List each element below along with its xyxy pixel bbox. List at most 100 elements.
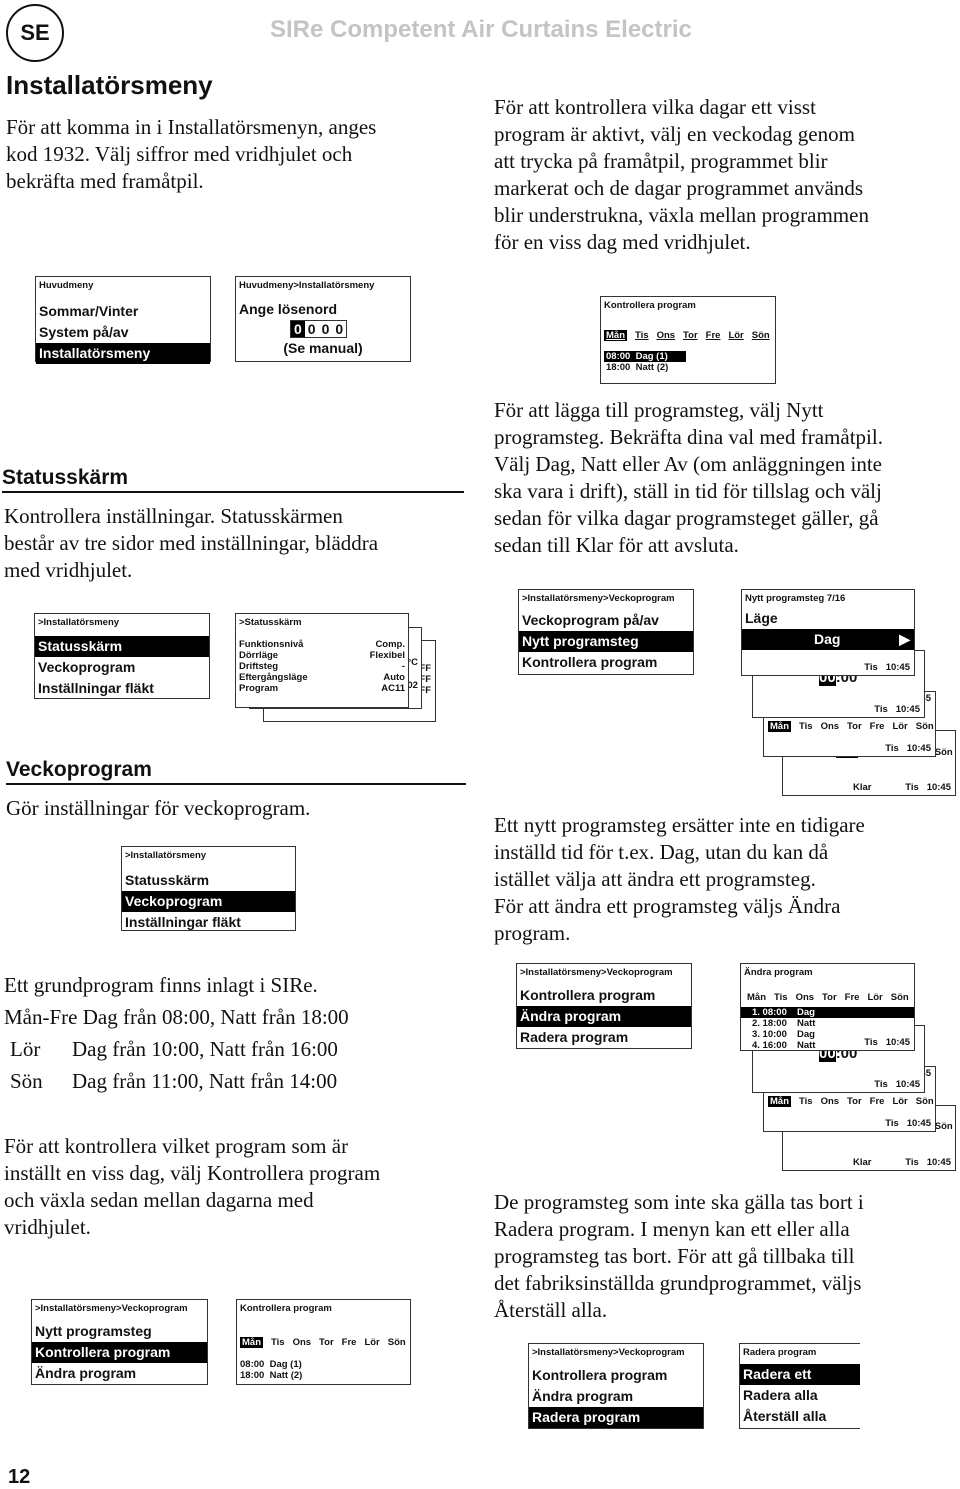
program-entry[interactable]: 18:00 Natt (2) [606, 362, 775, 373]
done-button[interactable]: Klar [853, 782, 871, 793]
mode-value: Dag [814, 631, 841, 647]
day-sat[interactable]: Lör [892, 721, 907, 732]
password-digit[interactable]: 0 [319, 321, 333, 337]
menu-item-weekly-on-off[interactable]: Veckoprogram på/av [519, 610, 693, 631]
menu-item-delete-one[interactable]: Radera ett [740, 1364, 860, 1385]
lcd-main-menu: Huvudmeny Sommar/Vinter System på/av Ins… [35, 276, 211, 364]
menu-item-check-program[interactable]: Kontrollera program [519, 652, 693, 673]
mode-selector[interactable]: Dag ▶ [742, 629, 914, 650]
day-sun[interactable]: Sön [935, 1121, 953, 1132]
day-sun[interactable]: Sön [752, 330, 770, 341]
day-sat[interactable]: Lör [364, 1337, 379, 1348]
menu-item-edit-program[interactable]: Ändra program [529, 1386, 703, 1407]
day-thu[interactable]: Tor [847, 1096, 862, 1107]
forward-arrow-icon[interactable]: ▶ [899, 629, 910, 650]
menu-item-fan-settings[interactable]: Inställningar fläkt [122, 912, 295, 933]
menu-item-system-on-off[interactable]: System på/av [36, 322, 210, 343]
day-fri[interactable]: Fre [870, 721, 885, 732]
day-sat[interactable]: Lör [728, 330, 743, 341]
menu-item-delete-program[interactable]: Radera program [517, 1027, 691, 1048]
status-value: Auto [383, 672, 405, 683]
lcd-check-program: Kontrollera program Mån Tis Ons Tor Fre Lör Sö… [600, 296, 776, 384]
lcd-header: >Installatörsmeny [38, 617, 120, 628]
status-label: Funktionsnivå [239, 639, 304, 650]
day-wed[interactable]: Ons [821, 721, 839, 732]
lcd-header: >Installatörsmeny>Veckoprogram [520, 967, 673, 978]
program-step-selected[interactable]: 1. 08:00 Dag [741, 1007, 914, 1018]
page-number: 12 [8, 1466, 31, 1488]
day-fri[interactable]: Fre [342, 1337, 357, 1348]
day-sun[interactable]: Sön [935, 747, 953, 758]
menu-item-check-program[interactable]: Kontrollera program [32, 1342, 207, 1363]
program-entry[interactable]: 18:00 Natt (2) [240, 1370, 410, 1381]
password-digit[interactable]: 0 [305, 321, 319, 337]
day-wed[interactable]: Ons [657, 330, 675, 341]
done-button[interactable]: Klar [853, 1157, 871, 1168]
day-thu[interactable]: Tor [319, 1337, 334, 1348]
day-fri[interactable]: Fre [706, 330, 721, 341]
day-sun[interactable]: Sön [388, 1337, 406, 1348]
day-wed[interactable]: Ons [796, 992, 814, 1003]
status-row: Dörrläge Flexibel [239, 650, 405, 661]
day-sun[interactable]: Sön [916, 721, 934, 732]
day-tue[interactable]: Tis [635, 330, 649, 341]
default-row-text: Dag från 11:00, Natt från 14:00 [72, 1069, 338, 1093]
lcd-weekly-menu-new: >Installatörsmeny>Veckoprogram Veckoprog… [518, 589, 694, 675]
menu-item-status-screen[interactable]: Statusskärm [35, 636, 209, 657]
day-fri[interactable]: Fre [845, 992, 860, 1003]
status-clock: Tis 10:45 [905, 1157, 951, 1168]
lcd-header: Ändra program [744, 967, 813, 978]
menu-item-delete-program[interactable]: Radera program [529, 1407, 703, 1428]
menu-item-weekly-program[interactable]: Veckoprogram [35, 657, 209, 678]
delete-text: De programsteg som inte ska gälla tas bo… [494, 1190, 864, 1322]
day-sun[interactable]: Sön [891, 992, 909, 1003]
menu-item-fan-settings[interactable]: Inställningar fläkt [35, 678, 209, 699]
menu-item-installer-menu[interactable]: Installatörsmeny [36, 343, 210, 364]
lcd-header: Kontrollera program [604, 300, 696, 311]
program-entry-selected[interactable]: 08:00 Dag (1) [604, 351, 686, 362]
menu-item-edit-program[interactable]: Ändra program [517, 1006, 691, 1027]
password-digit[interactable]: 0 [332, 321, 346, 337]
program-entry[interactable]: 08:00 Dag (1) [240, 1359, 410, 1370]
check-days-text: För att kontrollera vilka dagar ett viss… [494, 95, 869, 254]
day-tue[interactable]: Tis [774, 992, 788, 1003]
menu-item-summer-winter[interactable]: Sommar/Vinter [36, 301, 210, 322]
day-sat[interactable]: Lör [867, 992, 882, 1003]
menu-item-reset-all[interactable]: Återställ alla [740, 1406, 860, 1427]
day-tue[interactable]: Tis [799, 721, 813, 732]
status-clock: Tis 10:45 [874, 1079, 920, 1090]
menu-item-status-screen[interactable]: Statusskärm [122, 870, 295, 891]
day-thu[interactable]: Tor [822, 992, 837, 1003]
menu-item-new-step[interactable]: Nytt programsteg [519, 631, 693, 652]
day-tue[interactable]: Tis [799, 1096, 813, 1107]
day-thu[interactable]: Tor [683, 330, 698, 341]
menu-item-new-step[interactable]: Nytt programsteg [32, 1321, 207, 1342]
status-rows: Funktionsnivå Comp. Dörrläge Flexibel Drif… [236, 639, 408, 694]
entry-time: 18:00 [606, 362, 631, 373]
password-digit-active[interactable]: 0 [291, 321, 305, 337]
day-mon[interactable]: Mån [768, 721, 791, 732]
status-value: Comp. [375, 639, 405, 650]
menu-item-check-program[interactable]: Kontrollera program [529, 1365, 703, 1386]
program-step[interactable]: 2. 18:00 Natt [741, 1018, 914, 1029]
language-code: SE [20, 20, 50, 45]
menu-item-edit-program[interactable]: Ändra program [32, 1363, 207, 1384]
day-wed[interactable]: Ons [293, 1337, 311, 1348]
day-mon[interactable]: Mån [604, 330, 627, 341]
day-fri[interactable]: Fre [870, 1096, 885, 1107]
day-wed[interactable]: Ons [821, 1096, 839, 1107]
day-mon[interactable]: Mån [768, 1096, 791, 1107]
day-sat[interactable]: Lör [892, 1096, 907, 1107]
menu-item-check-program[interactable]: Kontrollera program [517, 985, 691, 1006]
menu-item-delete-all[interactable]: Radera alla [740, 1385, 860, 1406]
lcd-step-mode: Nytt programsteg 7/16 Läge Dag ▶ Tis 10:… [741, 589, 915, 676]
day-mon[interactable]: Mån [240, 1337, 263, 1348]
menu-item-weekly-program[interactable]: Veckoprogram [122, 891, 295, 912]
day-mon[interactable]: Mån [747, 992, 766, 1003]
day-sun[interactable]: Sön [916, 1096, 934, 1107]
installer-intro-text: För att komma in i Installatörsmenyn, an… [6, 115, 377, 193]
password-input[interactable]: 0 0 0 0 [290, 320, 348, 338]
day-tue[interactable]: Tis [271, 1337, 285, 1348]
day-thu[interactable]: Tor [847, 721, 862, 732]
section-title-installer-menu: Installatörsmeny [6, 70, 213, 100]
